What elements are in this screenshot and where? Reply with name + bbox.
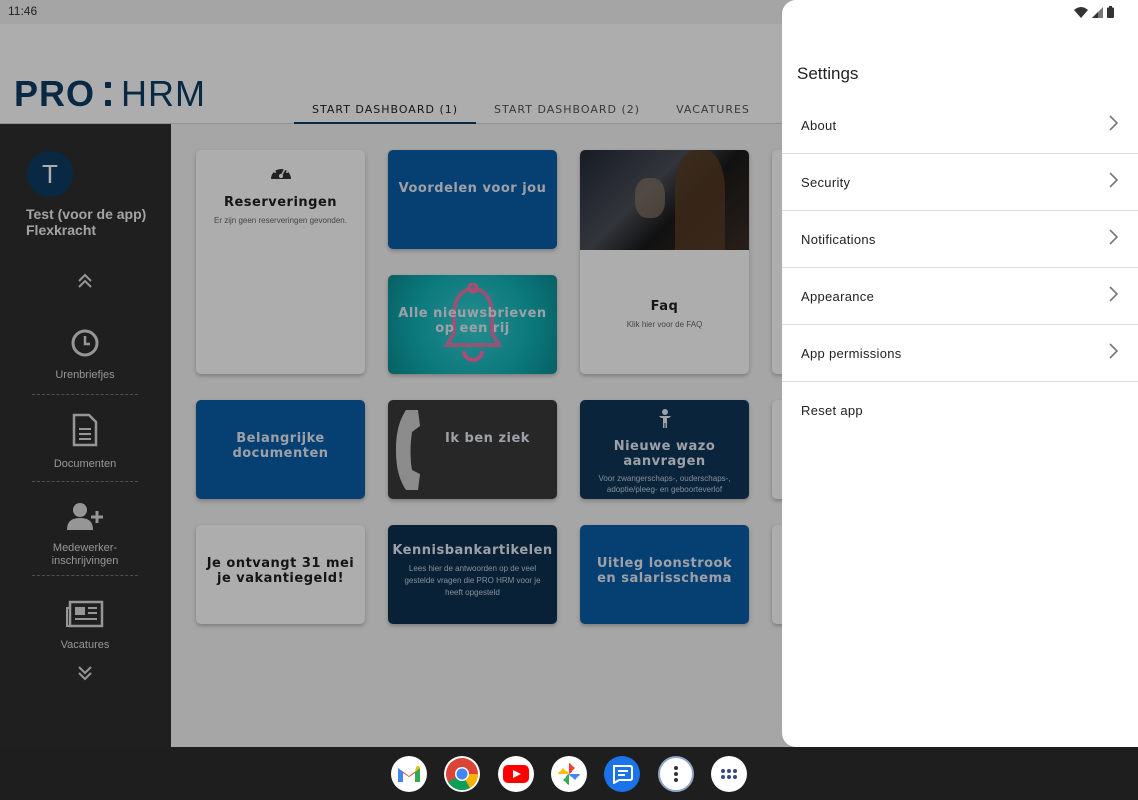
settings-item-label: Notifications bbox=[801, 231, 876, 247]
more-options-icon[interactable] bbox=[658, 756, 694, 792]
settings-item-app-permissions[interactable]: App permissions bbox=[782, 325, 1138, 382]
settings-item-appearance[interactable]: Appearance bbox=[782, 268, 1138, 325]
chevron-right-icon bbox=[1108, 171, 1119, 193]
settings-item-security[interactable]: Security bbox=[782, 154, 1138, 211]
chevron-right-icon bbox=[1108, 114, 1119, 136]
battery-icon bbox=[1107, 5, 1114, 23]
settings-item-label: App permissions bbox=[801, 345, 902, 361]
photos-icon[interactable] bbox=[551, 756, 587, 792]
settings-item-label: Appearance bbox=[801, 288, 875, 304]
settings-item-reset-app[interactable]: Reset app bbox=[782, 382, 1138, 439]
chevron-right-icon bbox=[1108, 342, 1119, 364]
settings-item-about[interactable]: About bbox=[782, 97, 1138, 154]
taskbar-dock bbox=[0, 747, 1138, 800]
settings-title: Settings bbox=[797, 64, 859, 83]
chevron-right-icon bbox=[1108, 285, 1119, 307]
wifi-icon bbox=[1074, 5, 1088, 23]
youtube-icon[interactable] bbox=[498, 756, 534, 792]
settings-item-label: About bbox=[801, 117, 837, 133]
settings-item-label: Reset app bbox=[801, 403, 863, 418]
messages-icon[interactable] bbox=[604, 756, 640, 792]
signal-icon bbox=[1092, 5, 1103, 23]
settings-item-notifications[interactable]: Notifications bbox=[782, 211, 1138, 268]
settings-item-label: Security bbox=[801, 174, 851, 190]
settings-panel: Settings About Security Notifications Ap… bbox=[782, 0, 1138, 747]
chrome-icon[interactable] bbox=[444, 756, 480, 792]
app-drawer-icon[interactable] bbox=[711, 756, 747, 792]
system-status-icons bbox=[1074, 5, 1114, 23]
chevron-right-icon bbox=[1108, 228, 1119, 250]
gmail-icon[interactable] bbox=[391, 756, 427, 792]
